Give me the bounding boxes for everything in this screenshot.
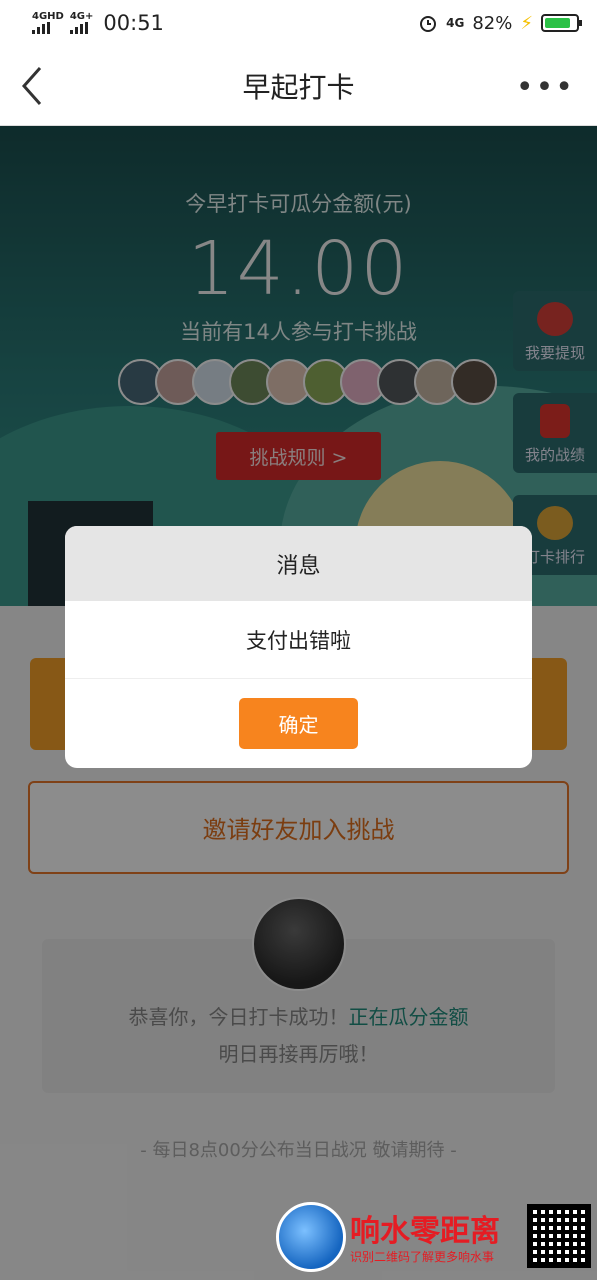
battery-icon — [541, 14, 582, 32]
confirm-button[interactable]: 确定 — [239, 698, 358, 749]
status-bar: 4GHD 4G+ 00:51 4G 82% ⚡ — [0, 0, 597, 46]
alarm-icon — [420, 16, 437, 32]
watermark: 响水零距离 识别二维码了解更多响水事 — [274, 1200, 597, 1280]
clock: 00:51 — [103, 11, 164, 35]
battery-percent: 82% — [472, 12, 513, 34]
charging-icon: ⚡ — [520, 12, 533, 34]
watermark-logo-icon — [276, 1202, 346, 1272]
dialog-message: 支付出错啦 — [65, 601, 532, 679]
back-chevron-icon[interactable] — [18, 64, 48, 108]
signal-2: 4G+ — [69, 11, 94, 34]
signal-1: 4GHD — [32, 12, 64, 34]
more-options-icon[interactable]: ••• — [516, 70, 575, 105]
dialog-title: 消息 — [65, 526, 532, 601]
network-type-2: 4G+ — [69, 11, 94, 22]
qr-code-icon — [527, 1204, 591, 1268]
watermark-subtitle: 识别二维码了解更多响水事 — [350, 1250, 495, 1264]
network-type-3: 4G — [446, 16, 465, 30]
message-dialog: 消息 支付出错啦 确定 — [65, 526, 532, 768]
network-type-1: 4GHD — [32, 11, 64, 22]
signal-bars-icon — [69, 22, 88, 34]
signal-bars-icon — [32, 22, 50, 34]
watermark-title: 响水零距离 — [350, 1214, 500, 1249]
page-title: 早起打卡 — [242, 70, 355, 104]
nav-bar: 早起打卡 ••• — [0, 46, 597, 126]
